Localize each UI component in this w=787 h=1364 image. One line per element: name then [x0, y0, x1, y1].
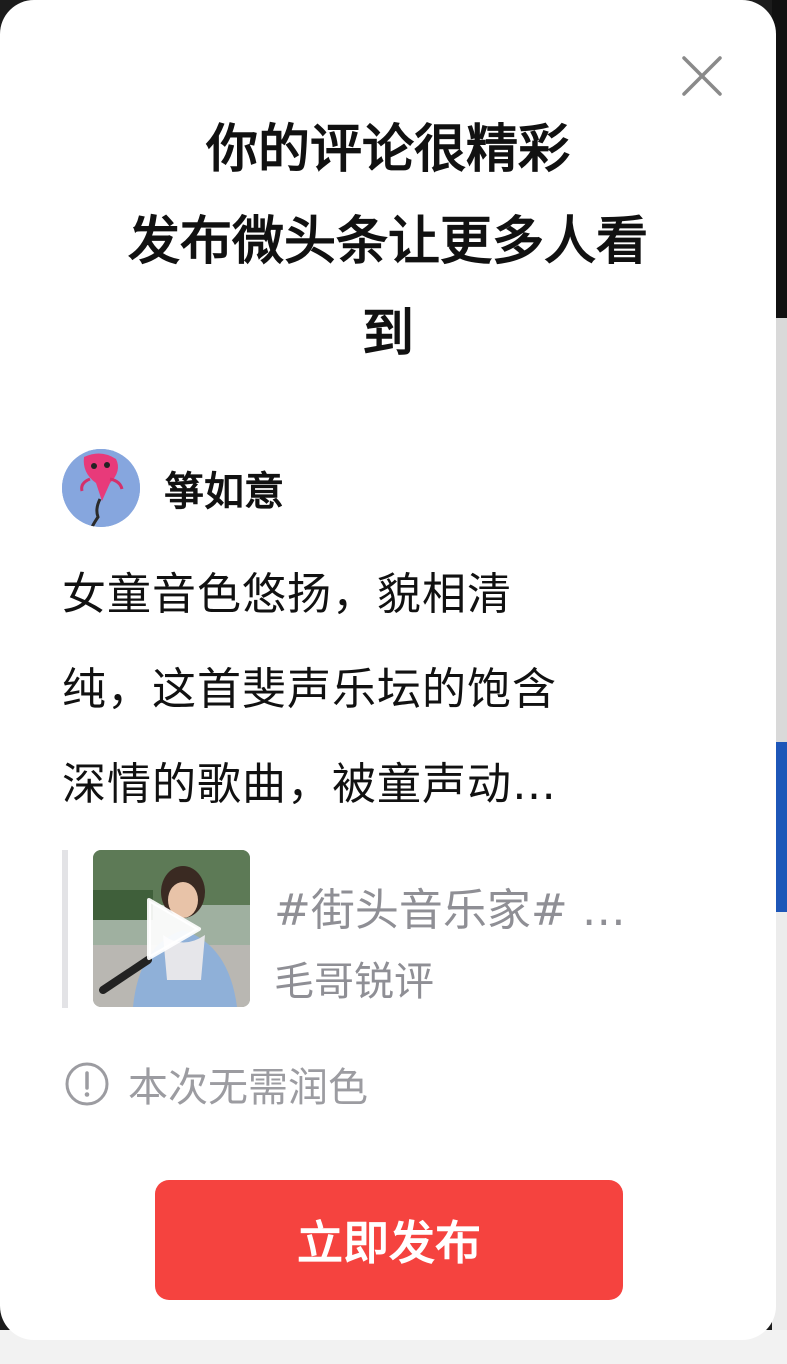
- dialog-headline: 你的评论很精彩 发布微头条让更多人看 到: [40, 104, 736, 380]
- avatar[interactable]: [62, 449, 140, 527]
- headline-line: 发布微头条让更多人看: [127, 212, 648, 272]
- author-name: 箏如意: [164, 469, 284, 515]
- comment-line: 女童音色悠扬，貌相清: [62, 569, 512, 620]
- play-icon: [147, 898, 201, 960]
- background-page-edge: [775, 742, 787, 912]
- quoted-post-author: 毛哥锐评: [274, 959, 434, 1005]
- comment-line: 纯，这首斐声乐坛的饱含: [62, 664, 557, 715]
- polish-notice: 本次无需润色: [64, 1058, 368, 1111]
- close-icon: [682, 56, 722, 96]
- quoted-post-title: #街头音乐家# …: [274, 885, 626, 936]
- video-thumbnail[interactable]: [93, 850, 250, 1007]
- comment-preview: 女童音色悠扬，貌相清 纯，这首斐声乐坛的饱含 深情的歌曲，被童声动…: [62, 547, 712, 832]
- info-icon: [65, 1062, 109, 1106]
- kite-avatar-image: [62, 449, 140, 527]
- publish-now-button[interactable]: 立即发布: [155, 1180, 623, 1300]
- quote-bar: [62, 850, 68, 1008]
- notice-text: 本次无需润色: [128, 1065, 368, 1111]
- close-button[interactable]: [678, 52, 726, 100]
- publish-dialog: 你的评论很精彩 发布微头条让更多人看 到 箏如意 女童音色悠扬，貌相清 纯，这首…: [0, 0, 776, 1340]
- quoted-post-card[interactable]: #街头音乐家# … 毛哥锐评: [62, 850, 722, 1008]
- headline-line: 你的评论很精彩: [205, 120, 570, 180]
- author-row: 箏如意: [62, 448, 662, 528]
- headline-line: 到: [361, 304, 414, 364]
- comment-line: 深情的歌曲，被童声动…: [62, 759, 557, 810]
